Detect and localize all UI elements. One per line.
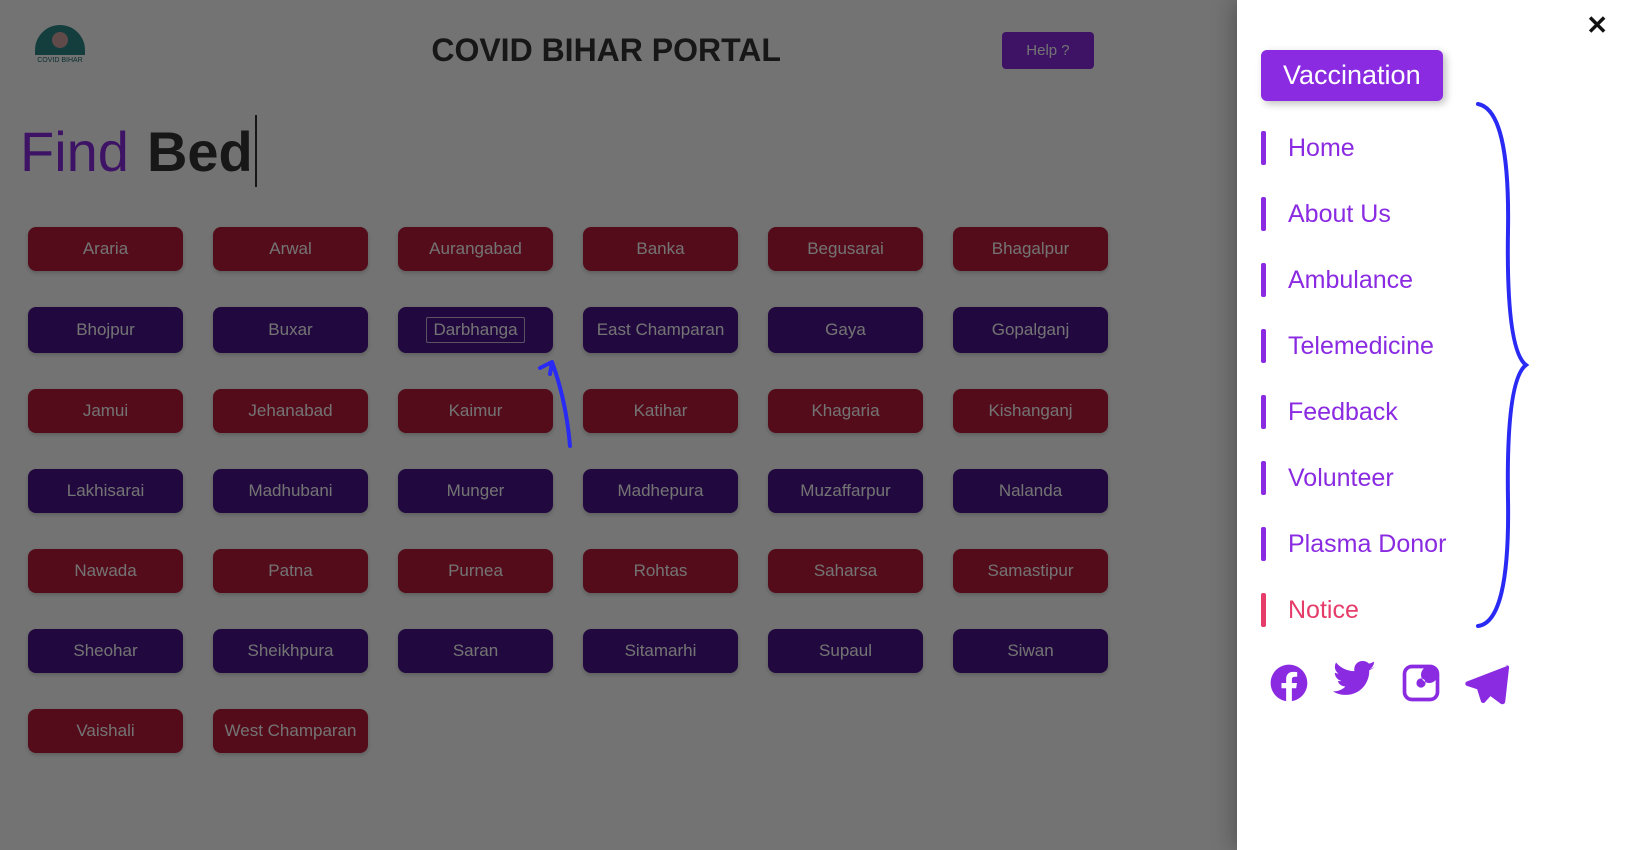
nav-accent-bar: [1261, 593, 1266, 627]
nav-accent-bar: [1261, 131, 1266, 165]
twitter-icon[interactable]: [1333, 661, 1377, 705]
facebook-icon[interactable]: [1267, 661, 1311, 705]
instagram-icon[interactable]: [1399, 661, 1443, 705]
close-icon[interactable]: ✕: [1586, 12, 1608, 38]
nav-item-label: Telemedicine: [1288, 332, 1434, 361]
nav-accent-bar: [1261, 527, 1266, 561]
nav-item-notice[interactable]: Notice: [1261, 593, 1610, 627]
nav-item-label: Ambulance: [1288, 266, 1413, 295]
nav-item-telemedicine[interactable]: Telemedicine: [1261, 329, 1610, 363]
nav-list: Home About Us Ambulance Telemedicine Feedbac…: [1261, 131, 1610, 627]
nav-item-label: About Us: [1288, 200, 1391, 229]
nav-item-ambulance[interactable]: Ambulance: [1261, 263, 1610, 297]
nav-accent-bar: [1261, 395, 1266, 429]
nav-accent-bar: [1261, 329, 1266, 363]
nav-item-home[interactable]: Home: [1261, 131, 1610, 165]
vaccination-button[interactable]: Vaccination: [1261, 50, 1443, 101]
nav-item-label: Plasma Donor: [1288, 530, 1446, 559]
nav-item-label: Feedback: [1288, 398, 1398, 427]
nav-item-label: Notice: [1288, 596, 1359, 625]
nav-accent-bar: [1261, 197, 1266, 231]
nav-item-feedback[interactable]: Feedback: [1261, 395, 1610, 429]
nav-item-about-us[interactable]: About Us: [1261, 197, 1610, 231]
side-navigation-panel: ✕ Vaccination Home About Us Ambulance Telem…: [1237, 0, 1630, 850]
nav-accent-bar: [1261, 263, 1266, 297]
nav-item-plasma-donor[interactable]: Plasma Donor: [1261, 527, 1610, 561]
social-row: [1261, 661, 1610, 705]
nav-accent-bar: [1261, 461, 1266, 495]
telegram-icon[interactable]: [1465, 661, 1509, 705]
nav-item-label: Volunteer: [1288, 464, 1394, 493]
nav-item-label: Home: [1288, 134, 1355, 163]
nav-item-volunteer[interactable]: Volunteer: [1261, 461, 1610, 495]
